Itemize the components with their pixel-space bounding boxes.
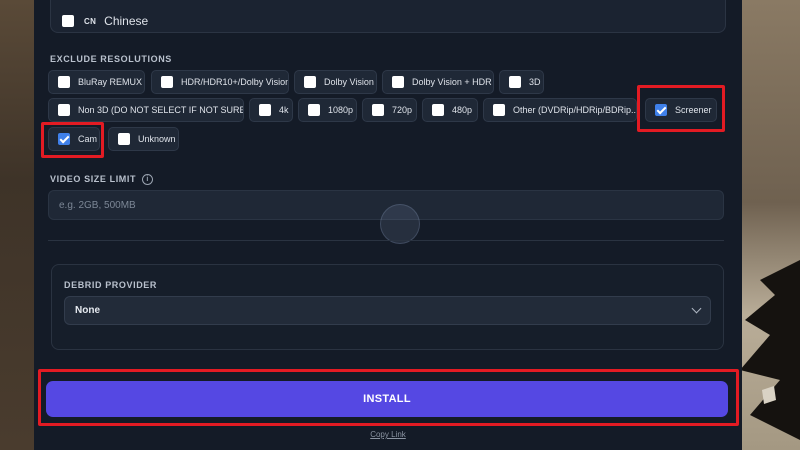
option-label: 720p [392, 105, 413, 115]
divider [48, 240, 724, 241]
checkbox-checked[interactable] [58, 133, 70, 145]
checkbox[interactable] [493, 104, 505, 116]
install-button[interactable]: INSTALL [46, 381, 728, 417]
resolution-option-bluray-remux[interactable]: BluRay REMUX [48, 70, 145, 94]
copy-link[interactable]: Copy Link [0, 430, 776, 439]
option-label: Dolby Vision [324, 77, 374, 87]
logo-watermark-icon [380, 204, 420, 244]
chinese-label: Chinese [104, 14, 149, 28]
checkbox-checked[interactable] [655, 104, 667, 116]
resolution-option-4k[interactable]: 4k [249, 98, 293, 122]
info-icon[interactable]: i [142, 174, 154, 186]
option-label: Dolby Vision + HDR [412, 77, 492, 87]
debrid-provider-select[interactable]: None [64, 296, 711, 325]
option-label: Non 3D (DO NOT SELECT IF NOT SURE) [78, 105, 244, 115]
checkbox[interactable] [58, 76, 70, 88]
option-label: 3D [529, 77, 541, 87]
option-label: HDR/HDR10+/Dolby Vision [181, 77, 289, 87]
debrid-provider-title: DEBRID PROVIDER [64, 280, 158, 290]
checkbox[interactable] [304, 76, 316, 88]
option-label: BluRay REMUX [78, 77, 143, 87]
option-label: Unknown [138, 134, 176, 144]
resolution-option-cam[interactable]: Cam [48, 127, 100, 151]
resolution-option-3d[interactable]: 3D [499, 70, 544, 94]
resolution-option-other[interactable]: Other (DVDRip/HDRip/BDRip...) [483, 98, 637, 122]
option-label: 1080p [328, 105, 354, 115]
checkbox[interactable] [372, 104, 384, 116]
video-size-limit-label: VIDEO SIZE LIMIT [50, 174, 137, 184]
checkbox[interactable] [259, 104, 271, 116]
option-label: Cam [78, 134, 98, 144]
chevron-down-icon [691, 303, 702, 314]
option-label: Other (DVDRip/HDRip/BDRip...) [513, 105, 637, 115]
checkbox[interactable] [118, 133, 130, 145]
checkbox[interactable] [509, 76, 521, 88]
resolution-option-480p[interactable]: 480p [422, 98, 478, 122]
chinese-checkbox[interactable] [62, 15, 74, 27]
exclude-resolutions-title: EXCLUDE RESOLUTIONS [50, 54, 172, 64]
checkbox[interactable] [161, 76, 173, 88]
option-label: Screener [675, 105, 712, 115]
video-size-limit-title: VIDEO SIZE LIMIT i [50, 174, 154, 186]
checkbox[interactable] [432, 104, 444, 116]
resolution-option-dolby-vision[interactable]: Dolby Vision [294, 70, 377, 94]
option-label: 480p [452, 105, 473, 115]
background-left [0, 0, 34, 450]
background-artwork [740, 260, 800, 440]
debrid-provider-value: None [75, 305, 100, 316]
resolution-option-1080p[interactable]: 1080p [298, 98, 357, 122]
resolution-option-unknown[interactable]: Unknown [108, 127, 179, 151]
checkbox[interactable] [392, 76, 404, 88]
language-option-chinese[interactable]: CN Chinese [62, 14, 148, 28]
checkbox[interactable] [58, 104, 70, 116]
option-label: 4k [279, 105, 289, 115]
resolution-option-screener[interactable]: Screener [645, 98, 717, 122]
languages-box [50, 0, 726, 33]
resolution-option-hdr[interactable]: HDR/HDR10+/Dolby Vision [151, 70, 289, 94]
resolution-option-dolby-vision-hdr[interactable]: Dolby Vision + HDR [382, 70, 494, 94]
resolution-option-non-3d[interactable]: Non 3D (DO NOT SELECT IF NOT SURE) [48, 98, 244, 122]
cn-flag-icon: CN [84, 16, 97, 26]
resolution-option-720p[interactable]: 720p [362, 98, 417, 122]
checkbox[interactable] [308, 104, 320, 116]
